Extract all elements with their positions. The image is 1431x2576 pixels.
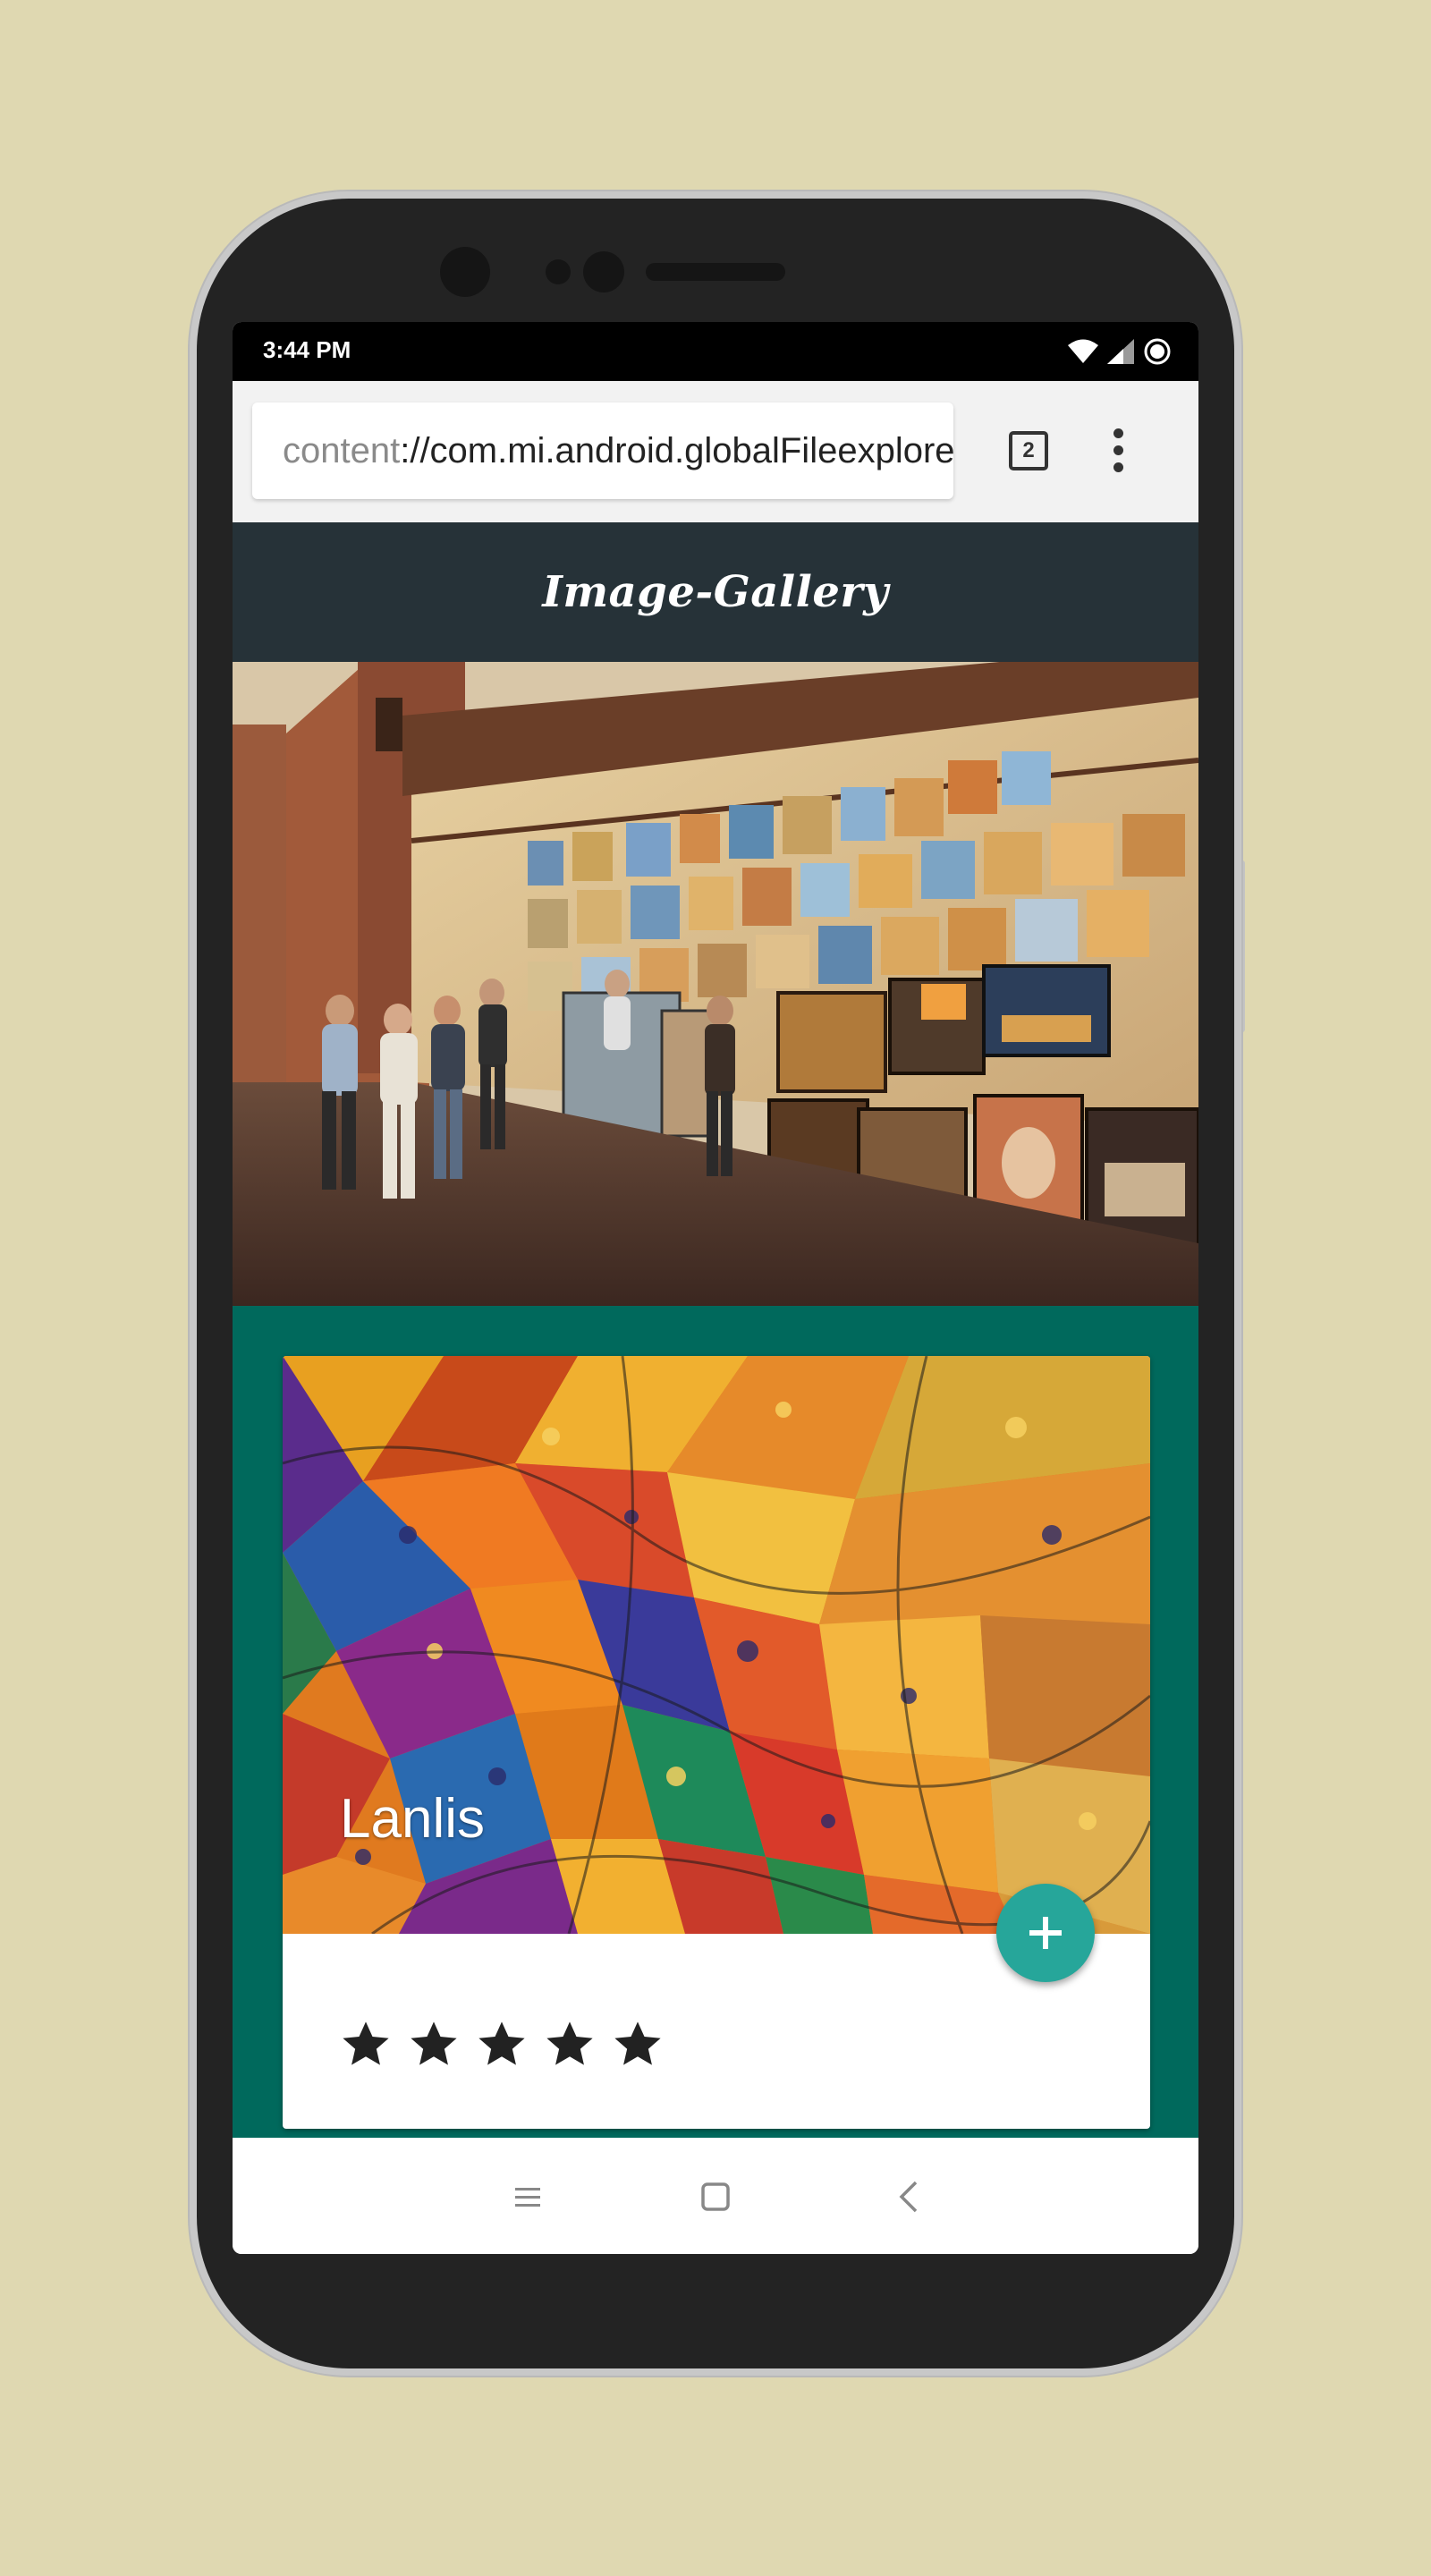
power-button (1234, 860, 1245, 1032)
add-button[interactable] (996, 1884, 1095, 1982)
star-icon[interactable] (340, 2018, 392, 2070)
status-icons (1068, 336, 1172, 367)
proximity-sensor (546, 259, 571, 284)
back-icon[interactable] (882, 2170, 936, 2224)
url-scheme: content (283, 431, 401, 470)
phone-screen: 3:44 PM content://com.mi.android.globalF… (233, 322, 1198, 2254)
signal-icon (1107, 339, 1134, 364)
front-camera (440, 247, 490, 297)
star-icon[interactable] (612, 2018, 664, 2070)
url-field[interactable]: content://com.mi.android.globalFileexplo… (252, 402, 953, 499)
url-path: ://com.mi.android.globalFileexplorer (400, 431, 953, 470)
earpiece-speaker (646, 263, 785, 281)
status-time: 3:44 PM (263, 336, 351, 363)
card-title: Lanlis (340, 1788, 485, 1850)
app-header: Image-Gallery (233, 522, 1198, 662)
data-saver-icon (1144, 338, 1171, 365)
star-icon[interactable] (408, 2018, 460, 2070)
card-section: Lanlis (233, 1306, 1198, 2138)
star-rating[interactable] (340, 2018, 664, 2070)
wifi-icon (1068, 339, 1098, 363)
home-icon[interactable] (689, 2170, 742, 2224)
more-vert-icon[interactable] (1107, 426, 1129, 476)
status-bar: 3:44 PM (233, 322, 1198, 381)
street-art-market-image (233, 662, 1198, 1306)
tab-switcher-button[interactable]: 2 (1009, 431, 1048, 470)
star-icon[interactable] (544, 2018, 596, 2070)
secondary-camera (583, 251, 624, 292)
app-title: Image-Gallery (542, 567, 889, 617)
plus-icon (1029, 1917, 1062, 1949)
menu-icon[interactable] (501, 2170, 555, 2224)
hero-image (233, 662, 1198, 1306)
card-image[interactable]: Lanlis (283, 1356, 1150, 1934)
browser-toolbar: content://com.mi.android.globalFileexplo… (233, 381, 1198, 522)
navigation-bar (233, 2138, 1198, 2254)
gallery-card[interactable]: Lanlis (283, 1356, 1150, 2129)
star-icon[interactable] (476, 2018, 528, 2070)
